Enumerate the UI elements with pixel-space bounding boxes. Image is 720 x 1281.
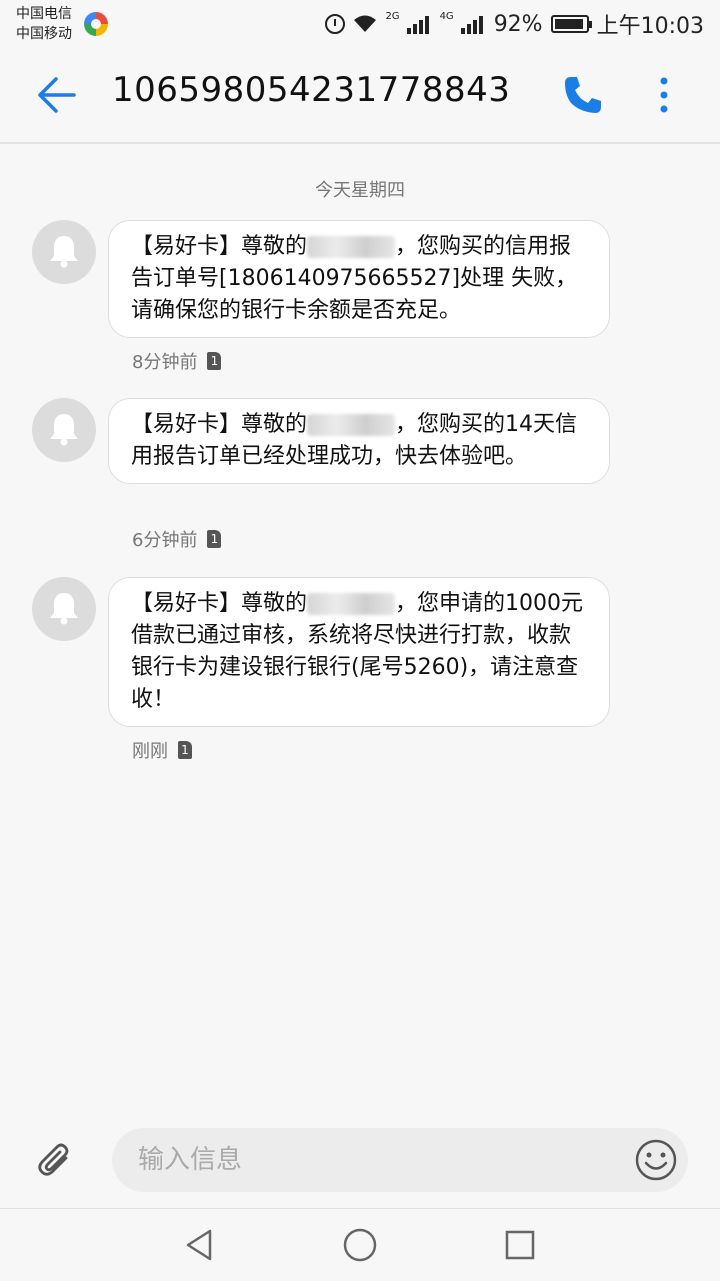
network-label-1: 2G [385,10,400,22]
system-nav-bar [0,1208,720,1281]
message-bubble[interactable]: 【易好卡】尊敬的 ，您申请的1000元借款已通过审核，系统将尽快进行打款，收款银行… [108,577,610,727]
nav-back-icon[interactable] [182,1227,218,1263]
nav-home-icon[interactable] [342,1227,378,1263]
carrier-1: 中国电信 [16,6,72,22]
message-prefix: 【易好卡】尊敬的 [131,412,308,437]
message-prefix: 【易好卡】尊敬的 [131,234,308,259]
message-bubble[interactable]: 【易好卡】尊敬的 ，您购买的信用报告订单号[1806140975665527]处理… [108,220,610,338]
sender-avatar [32,577,96,641]
message-bubble[interactable]: 【易好卡】尊敬的 ，您购买的14天信用报告订单已经处理成功，快去体验吧。 [108,398,610,484]
nav-recents-icon[interactable] [504,1229,536,1261]
redacted-name [307,236,396,258]
bell-icon [50,593,78,625]
message-time: 6分钟前 [132,530,198,551]
message-meta: 8分钟前 1 [132,348,222,374]
date-separator: 今天星期四 [315,180,405,201]
battery-percent: 92% [493,11,543,37]
battery-icon [550,15,592,33]
bell-icon [50,236,78,268]
wifi-icon [354,15,377,32]
status-icons: 2G 4G 92% 上午10:03 [325,8,704,40]
carrier-2: 中国移动 [16,26,72,42]
clock: 上午10:03 [596,14,704,39]
message-meta: 刚刚 1 [132,737,192,763]
sim-card-icon: 1 [207,352,222,370]
message-meta: 6分钟前 1 [132,526,222,552]
app-badge-icon [84,12,108,36]
paperclip-icon[interactable] [36,1140,76,1180]
sender-avatar [32,220,96,284]
more-vertical-icon[interactable] [650,74,678,116]
conversation-header: 10659805423177884​3 [0,48,720,144]
carrier-labels: 中国电信 中国移动 [16,4,72,44]
bell-icon [50,414,78,446]
message-input[interactable] [112,1128,688,1192]
sender-avatar [32,398,96,462]
sim-card-icon: 1 [178,741,192,759]
contact-number-title: 10659805423177884​3 [112,70,511,110]
message-time: 刚刚 [132,741,168,762]
message-time: 8分钟前 [132,352,198,373]
signal-icon-1 [406,16,429,34]
back-arrow-icon[interactable] [34,75,78,115]
signal-icon-2 [460,16,483,34]
emoji-icon[interactable] [634,1138,678,1182]
battery-level-fill [554,19,583,29]
redacted-name [307,593,396,615]
sim-card-icon: 1 [207,530,222,548]
phone-icon[interactable] [562,74,604,116]
network-label-2: 4G [439,10,454,22]
message-prefix: 【易好卡】尊敬的 [131,591,308,616]
alarm-icon [325,14,346,34]
status-bar: 中国电信 中国移动 2G 4G 92% 上午10:03 [0,0,720,48]
redacted-name [307,414,396,436]
